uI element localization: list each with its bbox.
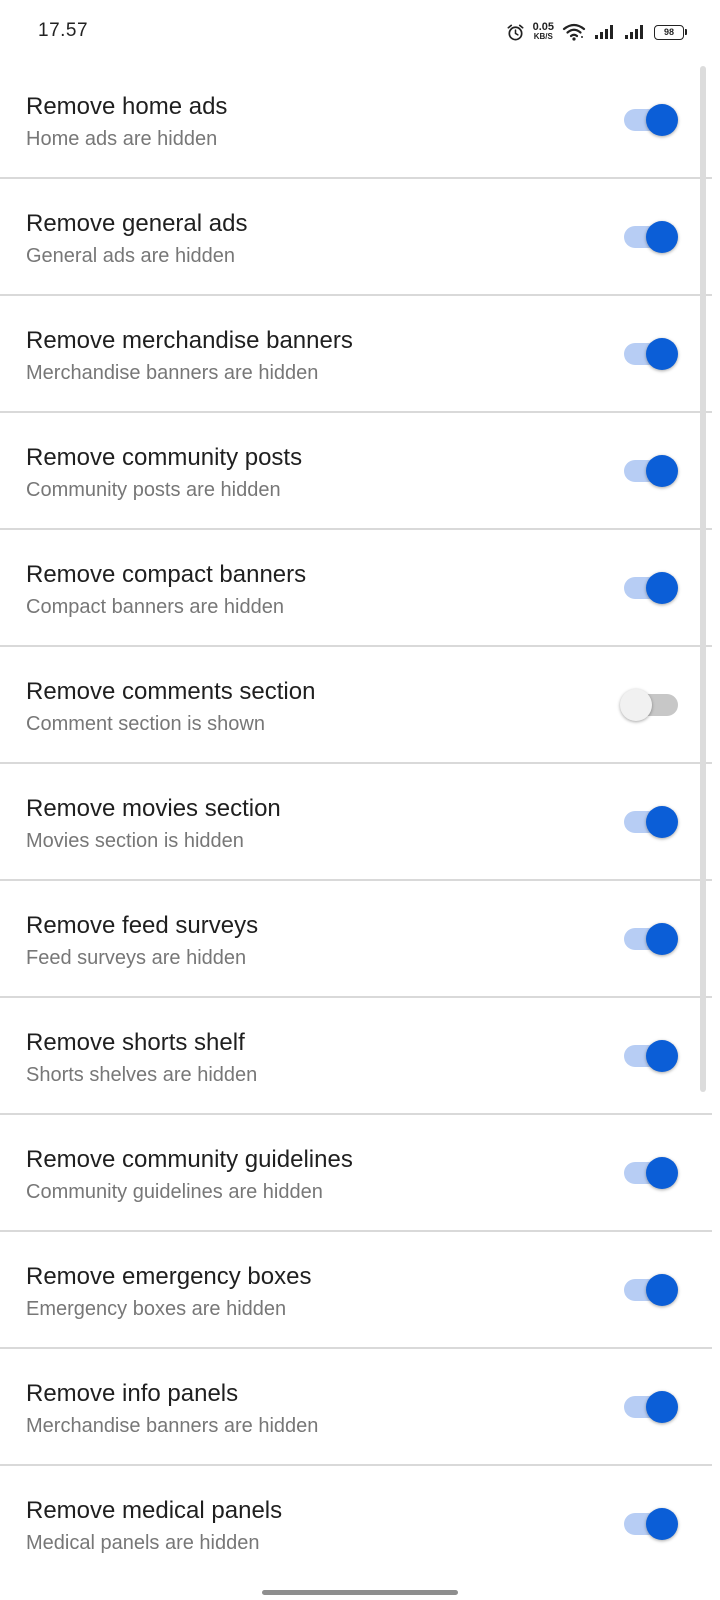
toggle-thumb <box>620 689 652 721</box>
setting-title: Remove feed surveys <box>26 912 259 939</box>
setting-row[interactable]: Remove shorts shelf Shorts shelves are hi… <box>0 998 712 1115</box>
setting-title: Remove home ads <box>26 93 228 120</box>
toggle-thumb <box>646 1274 678 1306</box>
setting-summary: Compact banners are hidden <box>26 596 284 618</box>
setting-toggle[interactable] <box>624 1040 678 1072</box>
setting-summary: Shorts shelves are hidden <box>26 1064 258 1086</box>
setting-toggle[interactable] <box>624 338 678 370</box>
setting-title: Remove movies section <box>26 795 281 822</box>
toggle-thumb <box>646 455 678 487</box>
battery-level: 98 <box>663 27 674 37</box>
setting-summary: Medical panels are hidden <box>26 1532 260 1554</box>
setting-title: Remove comments section <box>26 678 316 705</box>
setting-toggle[interactable] <box>624 1508 678 1540</box>
setting-summary: Comment section is shown <box>26 713 265 735</box>
setting-row[interactable]: Remove community posts Community posts ar… <box>0 413 712 530</box>
network-speed-value: 0.05 <box>532 21 554 33</box>
setting-row[interactable]: Remove movies section Movies section is h… <box>0 764 712 881</box>
toggle-thumb <box>646 1508 678 1540</box>
network-speed: 0.05 KB/S <box>532 21 554 42</box>
toggle-thumb <box>646 221 678 253</box>
status-time: 17.57 <box>38 20 89 41</box>
setting-summary: General ads are hidden <box>26 245 236 267</box>
status-bar: 17.57 0.05 KB/S 98 <box>0 0 720 64</box>
setting-row[interactable]: Remove emergency boxes Emergency boxes ar… <box>0 1232 712 1349</box>
setting-toggle[interactable] <box>624 923 678 955</box>
setting-summary: Merchandise banners are hidden <box>26 1415 319 1437</box>
setting-row[interactable]: Remove feed surveys Feed surveys are hidd… <box>0 881 712 998</box>
battery-icon: 98 <box>654 24 687 40</box>
wifi-icon <box>562 23 586 41</box>
setting-toggle[interactable] <box>620 689 678 721</box>
setting-title: Remove emergency boxes <box>26 1263 312 1290</box>
setting-title: Remove shorts shelf <box>26 1029 245 1056</box>
setting-summary: Home ads are hidden <box>26 128 218 150</box>
setting-title: Remove general ads <box>26 210 248 237</box>
signal-icon <box>624 24 646 40</box>
setting-toggle[interactable] <box>624 221 678 253</box>
setting-title: Remove info panels <box>26 1380 239 1407</box>
setting-row[interactable]: Remove general ads General ads are hidden <box>0 179 712 296</box>
setting-title: Remove compact banners <box>26 561 307 588</box>
setting-row[interactable]: Remove compact banners Compact banners ar… <box>0 530 712 647</box>
toggle-thumb <box>646 1040 678 1072</box>
setting-summary: Community guidelines are hidden <box>26 1181 323 1203</box>
setting-toggle[interactable] <box>624 572 678 604</box>
setting-title: Remove community guidelines <box>26 1146 353 1173</box>
signal-icon <box>594 24 616 40</box>
setting-toggle[interactable] <box>624 1274 678 1306</box>
setting-summary: Merchandise banners are hidden <box>26 362 319 384</box>
network-speed-unit: KB/S <box>533 32 553 41</box>
toggle-thumb <box>646 923 678 955</box>
toggle-thumb <box>646 104 678 136</box>
scrollbar[interactable] <box>700 66 706 1092</box>
settings-list: Remove home ads Home ads are hidden Remove… <box>0 62 712 1583</box>
status-icons: 0.05 KB/S 98 <box>506 20 687 44</box>
toggle-thumb <box>646 806 678 838</box>
settings-screen: 17.57 0.05 KB/S 98 Remove home ads Home … <box>0 0 720 1600</box>
toggle-thumb <box>646 572 678 604</box>
setting-row[interactable]: Remove home ads Home ads are hidden <box>0 62 712 179</box>
setting-toggle[interactable] <box>624 1157 678 1189</box>
setting-row[interactable]: Remove medical panels Medical panels are … <box>0 1466 712 1583</box>
setting-title: Remove merchandise banners <box>26 327 353 354</box>
setting-summary: Community posts are hidden <box>26 479 281 501</box>
setting-title: Remove medical panels <box>26 1497 283 1524</box>
setting-summary: Movies section is hidden <box>26 830 244 852</box>
setting-summary: Emergency boxes are hidden <box>26 1298 287 1320</box>
setting-title: Remove community posts <box>26 444 303 471</box>
setting-toggle[interactable] <box>624 104 678 136</box>
setting-row[interactable]: Remove community guidelines Community gui… <box>0 1115 712 1232</box>
setting-row[interactable]: Remove info panels Merchandise banners ar… <box>0 1349 712 1466</box>
toggle-thumb <box>646 1157 678 1189</box>
setting-toggle[interactable] <box>624 455 678 487</box>
alarm-icon <box>506 23 525 42</box>
setting-row[interactable]: Remove merchandise banners Merchandise ba… <box>0 296 712 413</box>
setting-summary: Feed surveys are hidden <box>26 947 247 969</box>
toggle-thumb <box>646 338 678 370</box>
toggle-thumb <box>646 1391 678 1423</box>
setting-row[interactable]: Remove comments section Comment section i… <box>0 647 712 764</box>
setting-toggle[interactable] <box>624 1391 678 1423</box>
gesture-bar[interactable] <box>262 1590 458 1595</box>
setting-toggle[interactable] <box>624 806 678 838</box>
